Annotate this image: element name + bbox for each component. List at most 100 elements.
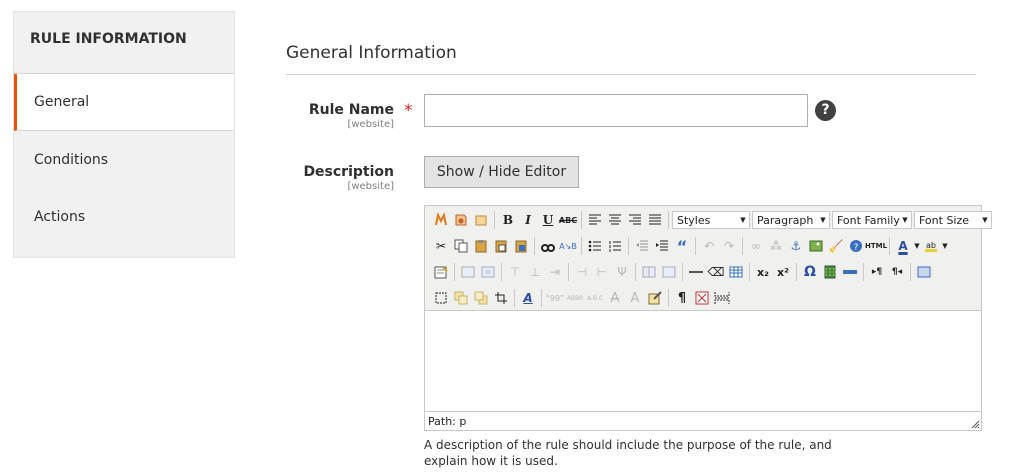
table-row-props-icon[interactable]	[458, 262, 478, 282]
nonbreaking-icon[interactable]	[692, 288, 712, 308]
special-char-icon[interactable]: Ω	[800, 262, 820, 282]
show-hide-editor-button[interactable]: Show / Hide Editor	[424, 156, 579, 188]
remove-format-icon[interactable]: ⌫	[706, 262, 726, 282]
delete-col-icon[interactable]: Ψ	[612, 262, 632, 282]
find-icon[interactable]	[538, 236, 558, 256]
paste-text-icon[interactable]	[491, 236, 511, 256]
table-icon[interactable]	[726, 262, 746, 282]
row-after-icon[interactable]: ⊥	[525, 262, 545, 282]
toolbar-separator	[541, 289, 542, 307]
edit-table-icon[interactable]	[431, 262, 451, 282]
link-icon[interactable]: ∞	[746, 236, 766, 256]
toolbar-separator	[568, 263, 569, 281]
styles-dropdown[interactable]: Styles ▼	[672, 211, 750, 229]
paste-word-icon[interactable]	[511, 236, 531, 256]
undo-icon[interactable]: ↶	[699, 236, 719, 256]
toolbar-row-1: B I U ABC Styles ▼ Paragraph ▼ Font Family…	[431, 209, 994, 231]
description-label: Description	[303, 164, 394, 180]
col-before-icon[interactable]: ⊣	[572, 262, 592, 282]
indent-icon[interactable]	[652, 236, 672, 256]
sidebar-item-conditions[interactable]: Conditions	[14, 131, 234, 188]
sidebar-item-label: Actions	[34, 208, 86, 225]
acronym-icon[interactable]: A.B.C	[585, 288, 605, 308]
move-forward-icon[interactable]	[451, 288, 471, 308]
insert-widget-icon[interactable]	[431, 210, 451, 230]
toolbar-separator	[889, 237, 890, 255]
col-after-icon[interactable]: ⊢	[592, 262, 612, 282]
description-scope: [website]	[347, 181, 394, 192]
format-dropdown-value: Paragraph	[757, 213, 814, 227]
ltr-icon[interactable]: ▸¶	[867, 262, 887, 282]
replace-icon[interactable]: A↘B	[558, 236, 578, 256]
rtl-icon[interactable]: ¶◂	[887, 262, 907, 282]
copy-icon[interactable]	[451, 236, 471, 256]
cite-icon[interactable]: “99”	[545, 288, 565, 308]
editor-content-area[interactable]	[425, 311, 981, 411]
redo-icon[interactable]: ↷	[719, 236, 739, 256]
absolute-position-icon[interactable]	[491, 288, 511, 308]
font-family-dropdown-value: Font Family	[837, 213, 900, 227]
align-right-icon[interactable]	[625, 210, 645, 230]
align-justify-icon[interactable]	[645, 210, 665, 230]
bullet-list-icon[interactable]	[585, 236, 605, 256]
horizontal-rule-icon[interactable]	[686, 262, 706, 282]
subscript-icon[interactable]: x₂	[753, 262, 773, 282]
toolbar-separator	[668, 211, 669, 229]
unlink-icon[interactable]: ⁂	[766, 236, 786, 256]
image-icon[interactable]	[806, 236, 826, 256]
editor-path-label: Path: p	[428, 415, 467, 428]
media-icon[interactable]	[820, 262, 840, 282]
insert-image-icon[interactable]	[451, 210, 471, 230]
toolbar-separator	[749, 263, 750, 281]
toolbar-separator	[501, 263, 502, 281]
blockquote-icon[interactable]: “	[672, 236, 692, 256]
anchor-icon[interactable]: ⚓	[786, 236, 806, 256]
text-color-icon[interactable]: A	[893, 236, 913, 256]
rule-name-input[interactable]	[424, 94, 808, 127]
align-center-icon[interactable]	[605, 210, 625, 230]
fullscreen-icon[interactable]	[914, 262, 934, 282]
strikethrough-icon[interactable]: ABC	[558, 210, 578, 230]
row-before-icon[interactable]: ⊤	[505, 262, 525, 282]
chevron-down-icon[interactable]: ▼	[941, 236, 949, 256]
horizontal-line-icon[interactable]	[840, 262, 860, 282]
show-invisible-icon[interactable]: ¶	[672, 288, 692, 308]
rule-name-label: Rule Name	[308, 102, 394, 118]
superscript-icon[interactable]: x²	[773, 262, 793, 282]
chevron-down-icon[interactable]: ▼	[913, 236, 921, 256]
cleanup-icon[interactable]: 🧹	[826, 236, 846, 256]
format-dropdown[interactable]: Paragraph ▼	[752, 211, 830, 229]
font-family-dropdown[interactable]: Font Family ▼	[832, 211, 912, 229]
bold-icon[interactable]: B	[498, 210, 518, 230]
outdent-icon[interactable]	[632, 236, 652, 256]
merge-cells-icon[interactable]	[659, 262, 679, 282]
background-color-icon[interactable]: ab	[921, 236, 941, 256]
underline-icon[interactable]: U	[538, 210, 558, 230]
sidebar-item-actions[interactable]: Actions	[14, 188, 234, 245]
insert-variable-icon[interactable]	[471, 210, 491, 230]
align-left-icon[interactable]	[585, 210, 605, 230]
insert-layer-icon[interactable]	[431, 288, 451, 308]
paste-icon[interactable]	[471, 236, 491, 256]
abbr-icon[interactable]: ABBR	[565, 288, 585, 308]
page-break-icon[interactable]	[712, 288, 732, 308]
attributes-icon[interactable]	[645, 288, 665, 308]
delete-row-icon[interactable]: ⇥	[545, 262, 565, 282]
style-props-icon[interactable]: A	[518, 288, 538, 308]
html-source-icon[interactable]: HTML	[865, 236, 887, 256]
ins-icon[interactable]: A	[625, 288, 645, 308]
move-backward-icon[interactable]	[471, 288, 491, 308]
split-cells-icon[interactable]	[639, 262, 659, 282]
sidebar-item-general[interactable]: General	[14, 74, 234, 131]
del-icon[interactable]: A	[605, 288, 625, 308]
resize-grip-icon[interactable]	[971, 420, 980, 429]
table-cell-props-icon[interactable]	[478, 262, 498, 282]
numbered-list-icon[interactable]	[605, 236, 625, 256]
rule-info-sidebar: RULE INFORMATION General Conditions Acti…	[13, 11, 235, 258]
help-editor-icon[interactable]: ?	[846, 236, 866, 256]
italic-icon[interactable]: I	[518, 210, 538, 230]
font-size-dropdown[interactable]: Font Size ▼	[914, 211, 992, 229]
help-icon[interactable]: ?	[815, 100, 836, 121]
toolbar-separator	[910, 263, 911, 281]
cut-icon[interactable]: ✂	[431, 236, 451, 256]
